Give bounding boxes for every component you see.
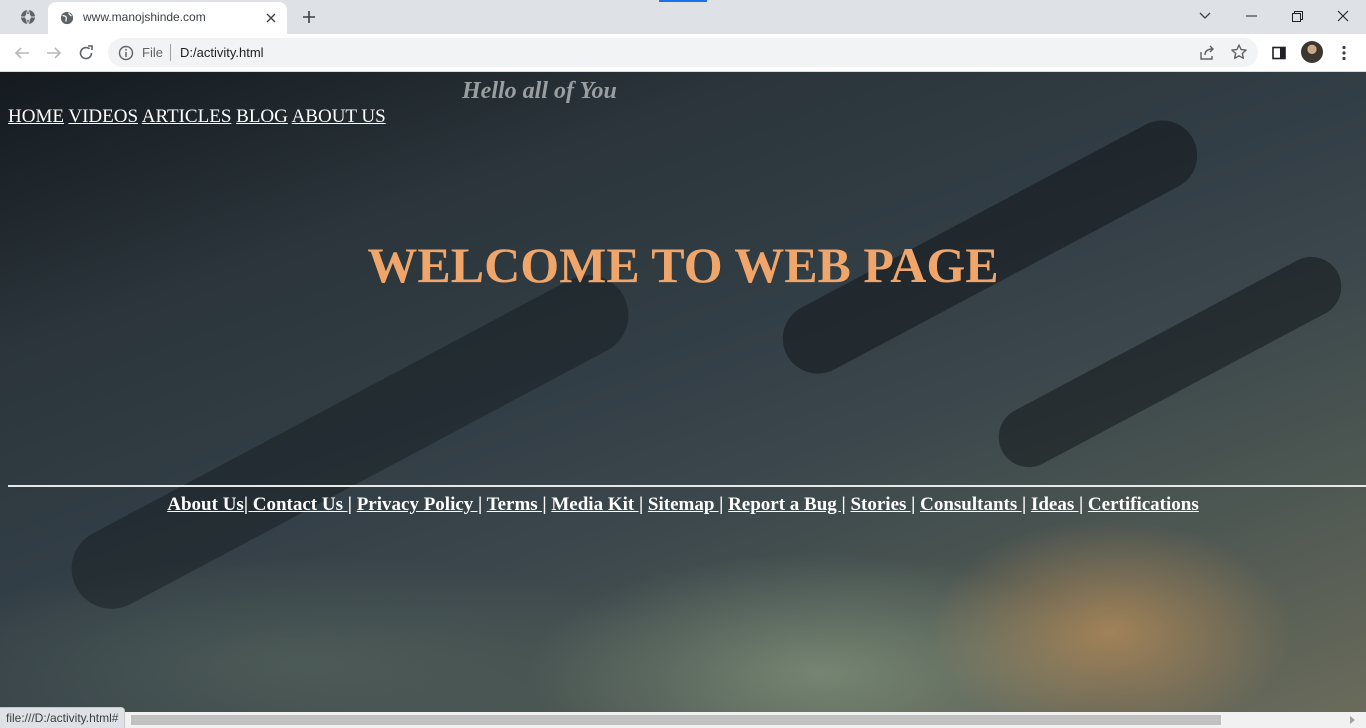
chevron-down-icon[interactable] — [1182, 0, 1228, 32]
tab-search-icon[interactable] — [16, 7, 40, 27]
back-arrow-icon[interactable] — [9, 40, 35, 66]
footer-ideas-link[interactable]: Ideas | — [1031, 494, 1083, 515]
footer-stories-link[interactable]: Stories | — [850, 494, 915, 515]
footer-consultants-link[interactable]: Consultants | — [920, 494, 1026, 515]
tab-title: www.manojshinde.com — [83, 10, 206, 24]
star-icon[interactable] — [1230, 43, 1248, 61]
page-subtitle: Hello all of You — [462, 78, 617, 104]
status-url: file:///D:/activity.html# — [6, 711, 119, 725]
footer-contact-us-link[interactable]: | Contact Us | — [244, 494, 352, 515]
footer-certifications-link[interactable]: Certifications — [1088, 494, 1199, 515]
nav-articles-link[interactable]: ARTICLES — [142, 106, 232, 127]
tab-strip-accent — [659, 0, 707, 2]
footer-report-bug-link[interactable]: Report a Bug | — [728, 494, 846, 515]
forward-arrow-icon[interactable] — [41, 40, 67, 66]
globe-favicon-icon — [60, 11, 74, 25]
plus-icon[interactable] — [298, 6, 320, 28]
nav-about-us-link[interactable]: ABOUT US — [292, 106, 386, 127]
footer-terms-link[interactable]: Terms | — [487, 494, 547, 515]
browser-toolbar: File D:/activity.html — [0, 34, 1366, 72]
main-nav: HOME VIDEOS ARTICLES BLOG ABOUT US — [8, 106, 386, 128]
minimize-icon[interactable] — [1228, 0, 1274, 32]
close-icon[interactable] — [263, 10, 279, 26]
url-scheme-label: File — [142, 45, 163, 60]
address-bar[interactable]: File D:/activity.html — [108, 38, 1258, 67]
restore-icon[interactable] — [1274, 0, 1320, 32]
page-title: WELCOME TO WEB PAGE — [367, 237, 999, 293]
nav-home-link[interactable]: HOME — [8, 106, 64, 127]
scrollbar-thumb[interactable] — [131, 715, 1221, 725]
tab-strip: www.manojshinde.com — [0, 0, 1366, 34]
page-viewport: Hello all of You HOME VIDEOS ARTICLES BL… — [0, 72, 1366, 712]
avatar[interactable] — [1301, 41, 1323, 63]
menu-dots-icon[interactable] — [1331, 40, 1357, 66]
footer-privacy-policy-link[interactable]: Privacy Policy | — [357, 494, 483, 515]
side-panel-icon[interactable] — [1266, 40, 1292, 66]
reload-icon[interactable] — [73, 40, 99, 66]
status-bubble: file:///D:/activity.html# — [0, 707, 126, 728]
window-close-icon[interactable] — [1320, 0, 1366, 32]
footer-about-us-link[interactable]: About Us — [167, 494, 244, 515]
footer-media-kit-link[interactable]: Media Kit | — [551, 494, 643, 515]
horizontal-scrollbar[interactable] — [0, 712, 1366, 728]
nav-videos-link[interactable]: VIDEOS — [68, 106, 138, 127]
share-icon[interactable] — [1198, 44, 1216, 62]
info-icon[interactable] — [118, 45, 134, 61]
active-tab[interactable]: www.manojshinde.com — [48, 2, 287, 34]
nav-blog-link[interactable]: BLOG — [236, 106, 288, 127]
omnibox-divider — [170, 44, 171, 61]
background-shadow — [57, 261, 643, 623]
scroll-right-icon[interactable] — [1350, 716, 1355, 724]
url-text[interactable]: D:/activity.html — [180, 45, 264, 60]
horizontal-divider — [8, 485, 1366, 487]
footer-sitemap-link[interactable]: Sitemap | — [648, 494, 723, 515]
footer-links: About Us| Contact Us | Privacy Policy | … — [0, 494, 1366, 516]
